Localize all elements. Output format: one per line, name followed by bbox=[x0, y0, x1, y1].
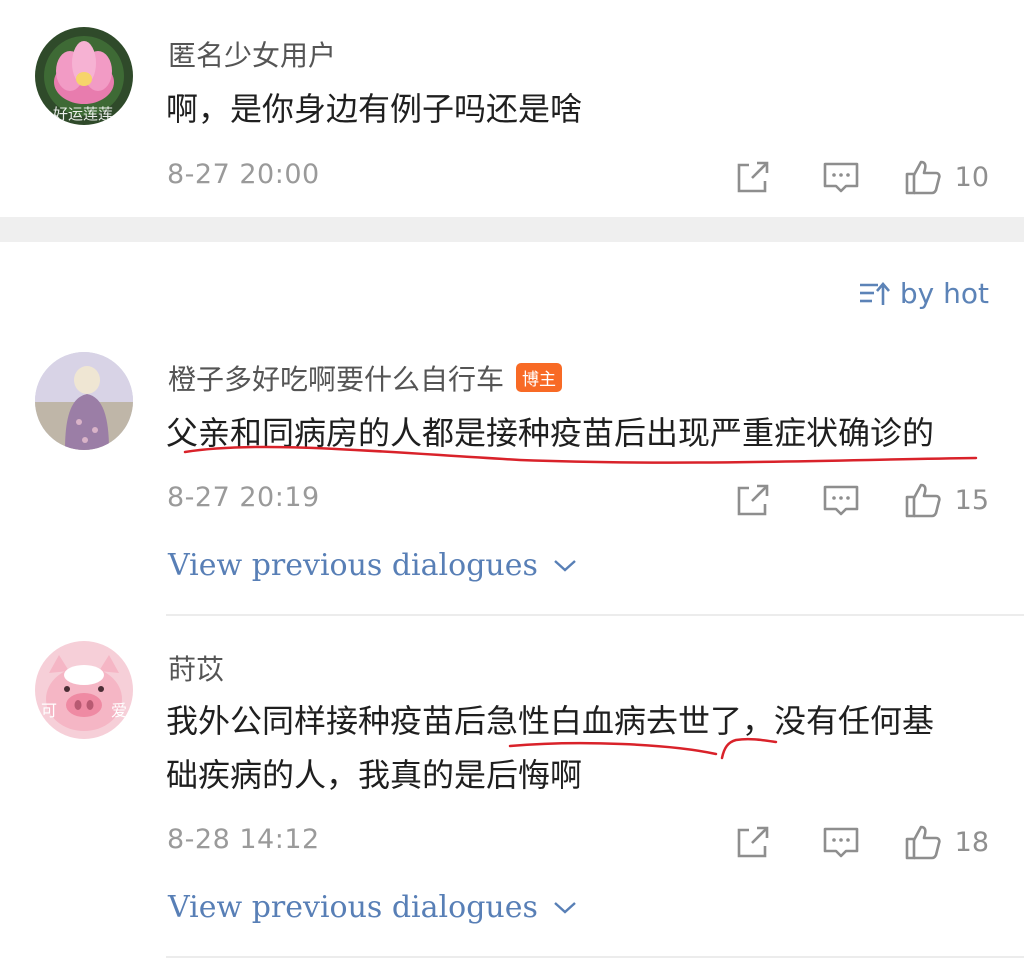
view-previous-dialogues-link[interactable]: View previous dialogues bbox=[168, 890, 578, 925]
comment-actions: 18 bbox=[733, 822, 989, 862]
username[interactable]: 莳苡 bbox=[168, 648, 224, 688]
avatar[interactable]: 可 爱 bbox=[35, 641, 133, 739]
comment-icon[interactable] bbox=[821, 822, 861, 862]
view-previous-label: View previous dialogues bbox=[168, 890, 538, 925]
share-icon[interactable] bbox=[733, 822, 773, 862]
like-count: 18 bbox=[954, 826, 989, 858]
timestamp: 8-28 14:12 bbox=[167, 824, 320, 855]
avatar-caption: 爱 bbox=[111, 701, 128, 720]
thumbs-up-icon[interactable] bbox=[903, 822, 943, 862]
comment-separator bbox=[166, 956, 1024, 958]
comment-item: 可 爱 莳苡 我外公同样接种疫苗后急性白血病去世了，没有任何基 础疾病的人，我真… bbox=[0, 0, 1024, 961]
annotation-underline bbox=[508, 737, 778, 760]
chevron-down-icon bbox=[554, 901, 576, 914]
avatar-caption: 可 bbox=[41, 701, 58, 720]
